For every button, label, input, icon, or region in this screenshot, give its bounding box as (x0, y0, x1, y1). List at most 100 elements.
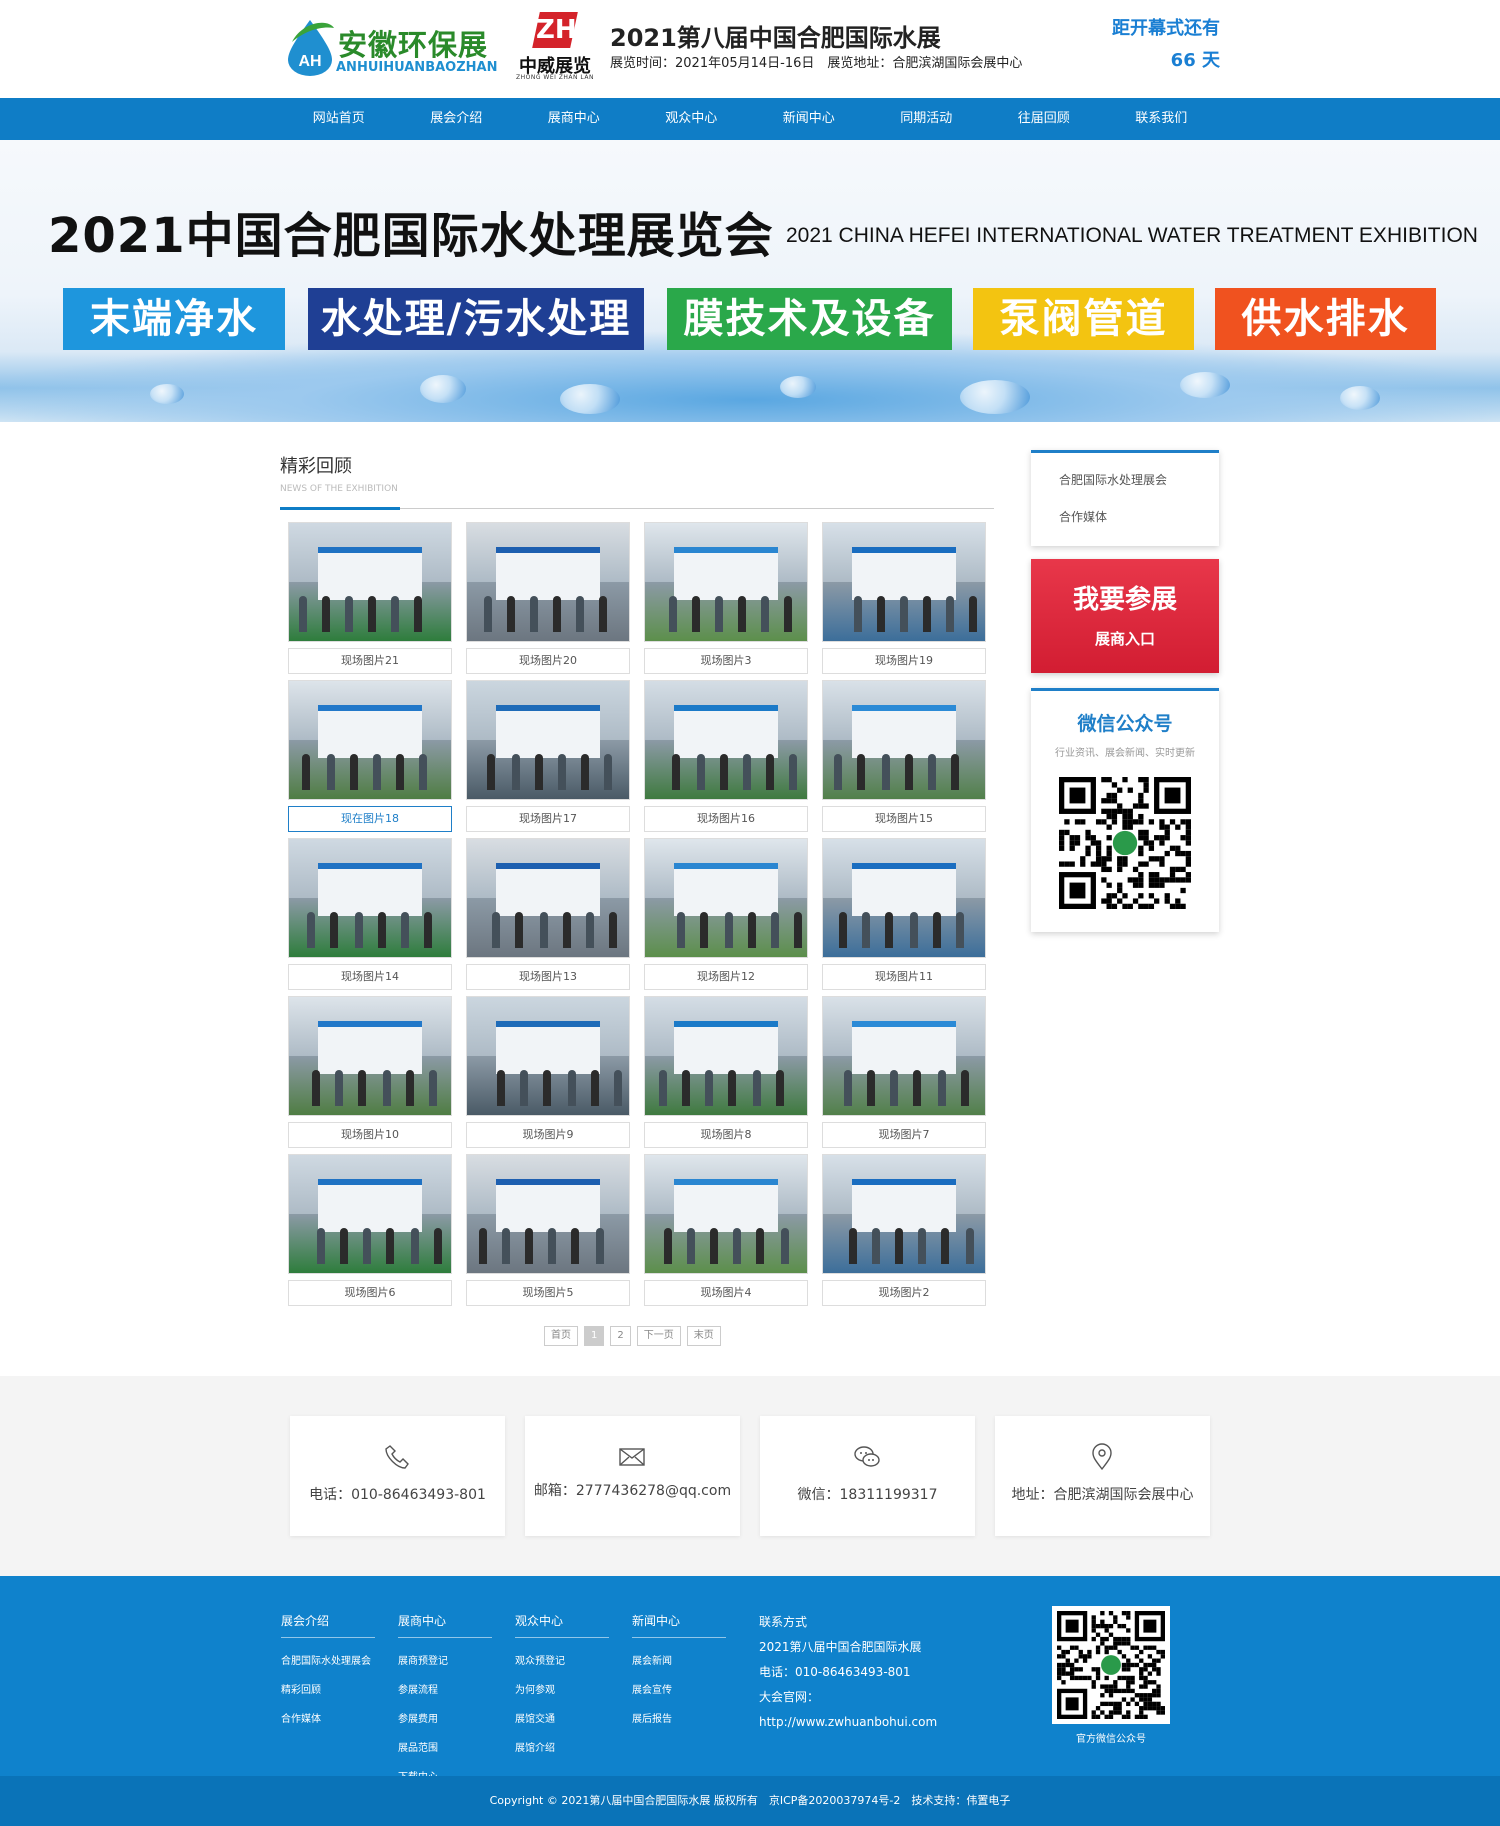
footer-contact-line: 电话：010-86463493-801 (759, 1665, 911, 1679)
photo-caption[interactable]: 现场图片12 (644, 964, 808, 990)
exhibition-photo[interactable] (644, 1154, 808, 1274)
qr-module (1087, 1649, 1092, 1655)
exhibition-photo[interactable] (822, 838, 986, 958)
exhibition-photo[interactable] (466, 1154, 630, 1274)
footer-link[interactable]: 参展费用 (398, 1710, 492, 1725)
exhibition-photo[interactable] (822, 1154, 986, 1274)
exhibition-photo[interactable] (644, 522, 808, 642)
gallery-item[interactable]: 现场图片14 (288, 838, 452, 990)
photo-caption[interactable]: 现场图片2 (822, 1280, 986, 1306)
site-logo[interactable]: AH 安徽环保展 ANHUIHUANBAOZHAN (280, 12, 497, 82)
photo-figure (581, 754, 589, 790)
photo-caption[interactable]: 现场图片9 (466, 1122, 630, 1148)
gallery-item[interactable]: 现场图片11 (822, 838, 986, 990)
page-last[interactable]: 末页 (686, 1326, 721, 1346)
exhibition-photo[interactable] (288, 838, 452, 958)
page-1[interactable]: 1 (584, 1326, 605, 1346)
nav-visitors[interactable]: 观众中心 (633, 98, 751, 140)
footer-link[interactable]: 展商预登记 (398, 1652, 492, 1667)
photo-caption[interactable]: 现场图片20 (466, 648, 630, 674)
gallery-item[interactable]: 现场图片9 (466, 996, 630, 1148)
footer-site-link[interactable]: http://www.zwhuanbohui.com (759, 1710, 937, 1735)
photo-caption[interactable]: 现场图片16 (644, 806, 808, 832)
footer-link[interactable]: 为何参观 (515, 1681, 609, 1696)
footer-link[interactable]: 展会宣传 (632, 1681, 726, 1696)
exhibition-photo[interactable] (288, 522, 452, 642)
photo-caption[interactable]: 现场图片10 (288, 1122, 452, 1148)
photo-caption[interactable]: 现场图片11 (822, 964, 986, 990)
footer-link[interactable]: 展后报告 (632, 1710, 726, 1725)
gallery-item[interactable]: 现场图片6 (288, 1154, 452, 1306)
footer-col-head[interactable]: 新闻中心 (632, 1612, 726, 1638)
photo-caption[interactable]: 现在图片18 (288, 806, 452, 832)
photo-caption[interactable]: 现场图片19 (822, 648, 986, 674)
nav-news[interactable]: 新闻中心 (750, 98, 868, 140)
exhibitor-cta-button[interactable]: 我要参展 展商入口 (1031, 559, 1219, 673)
gallery-item[interactable]: 现在图片18 (288, 680, 452, 832)
exhibition-photo[interactable] (288, 680, 452, 800)
sidebar-link[interactable]: 合肥国际水处理展会 (1059, 471, 1219, 488)
nav-exhibitors[interactable]: 展商中心 (515, 98, 633, 140)
gallery-item[interactable]: 现场图片15 (822, 680, 986, 832)
photo-caption[interactable]: 现场图片7 (822, 1122, 986, 1148)
gallery-item[interactable]: 现场图片12 (644, 838, 808, 990)
exhibition-photo[interactable] (822, 680, 986, 800)
footer-link[interactable]: 精彩回顾 (281, 1681, 375, 1696)
footer-link[interactable]: 合肥国际水处理展会 (281, 1652, 375, 1667)
nav-home[interactable]: 网站首页 (280, 98, 398, 140)
gallery-item[interactable]: 现场图片20 (466, 522, 630, 674)
exhibition-photo[interactable] (288, 1154, 452, 1274)
page-first[interactable]: 首页 (544, 1326, 578, 1346)
gallery-item[interactable]: 现场图片5 (466, 1154, 630, 1306)
exhibition-photo[interactable] (644, 996, 808, 1116)
gallery-item[interactable]: 现场图片21 (288, 522, 452, 674)
qr-module (1101, 856, 1107, 862)
gallery-item[interactable]: 现场图片17 (466, 680, 630, 832)
photo-caption[interactable]: 现场图片21 (288, 648, 452, 674)
photo-caption[interactable]: 现场图片8 (644, 1122, 808, 1148)
footer-link[interactable]: 观众预登记 (515, 1652, 609, 1667)
gallery-item[interactable]: 现场图片10 (288, 996, 452, 1148)
exhibition-photo[interactable] (466, 522, 630, 642)
footer-link[interactable]: 参展流程 (398, 1681, 492, 1696)
nav-about[interactable]: 展会介绍 (398, 98, 516, 140)
photo-caption[interactable]: 现场图片13 (466, 964, 630, 990)
photo-caption[interactable]: 现场图片14 (288, 964, 452, 990)
gallery-item[interactable]: 现场图片13 (466, 838, 630, 990)
gallery-item[interactable]: 现场图片3 (644, 522, 808, 674)
footer-col-head[interactable]: 展会介绍 (281, 1612, 375, 1638)
page-next[interactable]: 下一页 (636, 1326, 681, 1346)
nav-contact[interactable]: 联系我们 (1103, 98, 1221, 140)
footer-link[interactable]: 展会新闻 (632, 1652, 726, 1667)
gallery-item[interactable]: 现场图片16 (644, 680, 808, 832)
sidebar-link[interactable]: 合作媒体 (1059, 508, 1219, 525)
footer-link[interactable]: 合作媒体 (281, 1710, 375, 1725)
photo-caption[interactable]: 现场图片5 (466, 1280, 630, 1306)
footer-link[interactable]: 展品范围 (398, 1739, 492, 1754)
gallery-item[interactable]: 现场图片8 (644, 996, 808, 1148)
exhibition-photo[interactable] (644, 680, 808, 800)
photo-caption[interactable]: 现场图片17 (466, 806, 630, 832)
exhibition-photo[interactable] (466, 996, 630, 1116)
photo-caption[interactable]: 现场图片3 (644, 648, 808, 674)
page-2[interactable]: 2 (610, 1326, 631, 1346)
nav-review[interactable]: 往届回顾 (985, 98, 1103, 140)
nav-events[interactable]: 同期活动 (868, 98, 986, 140)
footer-col-head[interactable]: 观众中心 (515, 1612, 609, 1638)
footer-col-head[interactable]: 展商中心 (398, 1612, 492, 1638)
photo-caption[interactable]: 现场图片15 (822, 806, 986, 832)
photo-caption[interactable]: 现场图片6 (288, 1280, 452, 1306)
gallery-item[interactable]: 现场图片19 (822, 522, 986, 674)
gallery-item[interactable]: 现场图片2 (822, 1154, 986, 1306)
exhibition-photo[interactable] (466, 680, 630, 800)
exhibition-photo[interactable] (466, 838, 630, 958)
footer-link[interactable]: 展馆介绍 (515, 1739, 609, 1754)
footer-link[interactable]: 展馆交通 (515, 1710, 609, 1725)
exhibition-photo[interactable] (822, 996, 986, 1116)
gallery-item[interactable]: 现场图片4 (644, 1154, 808, 1306)
exhibition-photo[interactable] (288, 996, 452, 1116)
exhibition-photo[interactable] (644, 838, 808, 958)
exhibition-photo[interactable] (822, 522, 986, 642)
gallery-item[interactable]: 现场图片7 (822, 996, 986, 1148)
photo-caption[interactable]: 现场图片4 (644, 1280, 808, 1306)
